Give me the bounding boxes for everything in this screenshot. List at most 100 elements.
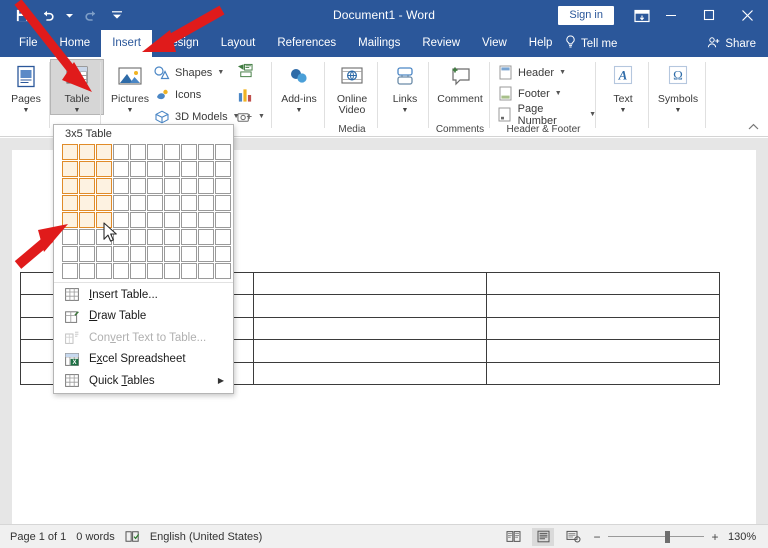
close-icon[interactable] [726,0,768,30]
grid-cell-10x6[interactable] [215,229,231,245]
tell-me-search[interactable]: Tell me [565,30,617,57]
grid-cell-9x4[interactable] [198,195,214,211]
grid-cell-3x1[interactable] [96,144,112,160]
table-caret-icon[interactable]: ▼ [74,107,81,114]
page-info[interactable]: Page 1 of 1 [10,531,66,543]
grid-cell-10x8[interactable] [215,263,231,279]
language-indicator[interactable]: English (United States) [150,531,263,543]
grid-cell-1x2[interactable] [62,161,78,177]
grid-cell-9x3[interactable] [198,178,214,194]
screenshot-caret-icon[interactable]: ▼ [258,113,265,120]
grid-cell-4x2[interactable] [113,161,129,177]
zoom-in-button[interactable]: + [710,530,720,544]
grid-cell-5x4[interactable] [130,195,146,211]
collapse-ribbon-icon[interactable] [746,120,760,134]
tab-help[interactable]: Help [518,30,564,57]
menu-item-quick-tables[interactable]: Quick Tables ▶ [54,370,233,392]
screenshot-button[interactable]: ▼ [237,107,265,126]
web-layout-icon[interactable] [562,528,584,546]
grid-cell-1x6[interactable] [62,229,78,245]
grid-cell-7x4[interactable] [164,195,180,211]
page-number-button[interactable]: Page Number ▼ [497,103,596,127]
footer-caret-icon[interactable]: ▼ [555,90,562,97]
grid-cell-8x6[interactable] [181,229,197,245]
tab-insert[interactable]: Insert [101,30,152,57]
pages-caret-icon[interactable]: ▼ [23,107,30,114]
shapes-caret-icon[interactable]: ▼ [217,69,224,76]
pictures-caret-icon[interactable]: ▼ [127,107,134,114]
maximize-icon[interactable] [688,0,730,30]
grid-cell-8x5[interactable] [181,212,197,228]
zoom-out-button[interactable]: − [592,530,602,544]
grid-cell-1x7[interactable] [62,246,78,262]
comment-button[interactable]: Comment [432,60,488,106]
grid-cell-3x3[interactable] [96,178,112,194]
grid-cell-1x3[interactable] [62,178,78,194]
grid-cell-8x4[interactable] [181,195,197,211]
grid-cell-6x1[interactable] [147,144,163,160]
grid-cell-10x4[interactable] [215,195,231,211]
grid-cell-9x5[interactable] [198,212,214,228]
grid-cell-2x5[interactable] [79,212,95,228]
tab-layout[interactable]: Layout [210,30,267,57]
add-ins-button[interactable]: Add-ins ▼ [273,60,325,114]
header-button[interactable]: Header ▼ [497,63,566,82]
links-caret-icon[interactable]: ▼ [402,107,409,114]
grid-cell-5x1[interactable] [130,144,146,160]
grid-cell-7x2[interactable] [164,161,180,177]
minimize-icon[interactable] [650,0,692,30]
grid-cell-10x5[interactable] [215,212,231,228]
smartart-button[interactable] [237,61,253,80]
menu-item-insert-table[interactable]: Insert Table... [54,284,233,306]
grid-cell-2x4[interactable] [79,195,95,211]
grid-cell-1x8[interactable] [62,263,78,279]
grid-cell-8x1[interactable] [181,144,197,160]
add-ins-caret-icon[interactable]: ▼ [296,107,303,114]
table-size-grid[interactable] [62,144,232,280]
grid-cell-8x3[interactable] [181,178,197,194]
grid-cell-4x1[interactable] [113,144,129,160]
symbols-caret-icon[interactable]: ▼ [675,107,682,114]
grid-cell-6x2[interactable] [147,161,163,177]
text-caret-icon[interactable]: ▼ [620,107,627,114]
grid-cell-2x1[interactable] [79,144,95,160]
grid-cell-7x8[interactable] [164,263,180,279]
chart-button[interactable] [237,85,253,104]
grid-cell-8x7[interactable] [181,246,197,262]
grid-cell-9x1[interactable] [198,144,214,160]
pictures-button[interactable]: Pictures ▼ [104,60,156,114]
grid-cell-4x7[interactable] [113,246,129,262]
grid-cell-7x1[interactable] [164,144,180,160]
zoom-track[interactable] [608,530,704,543]
grid-cell-1x5[interactable] [62,212,78,228]
grid-cell-6x7[interactable] [147,246,163,262]
grid-cell-9x7[interactable] [198,246,214,262]
grid-cell-7x6[interactable] [164,229,180,245]
grid-cell-2x7[interactable] [79,246,95,262]
grid-cell-9x8[interactable] [198,263,214,279]
grid-cell-5x6[interactable] [130,229,146,245]
ribbon-display-options-icon[interactable] [633,7,651,24]
grid-cell-4x8[interactable] [113,263,129,279]
symbols-button[interactable]: Ω Symbols ▼ [652,60,704,114]
grid-cell-6x4[interactable] [147,195,163,211]
links-button[interactable]: Links ▼ [379,60,431,114]
grid-cell-2x6[interactable] [79,229,95,245]
grid-cell-7x3[interactable] [164,178,180,194]
zoom-level-label[interactable]: 130% [728,531,758,543]
grid-cell-5x3[interactable] [130,178,146,194]
grid-cell-4x3[interactable] [113,178,129,194]
grid-cell-7x5[interactable] [164,212,180,228]
proofing-errors-icon[interactable] [125,530,140,543]
sign-in-button[interactable]: Sign in [558,6,614,25]
grid-cell-3x8[interactable] [96,263,112,279]
tab-home[interactable]: Home [49,30,102,57]
grid-cell-5x5[interactable] [130,212,146,228]
zoom-slider-handle[interactable] [665,530,670,543]
menu-item-draw-table[interactable]: Draw Table [54,306,233,328]
shapes-button[interactable]: Shapes ▼ [154,63,224,82]
grid-cell-8x8[interactable] [181,263,197,279]
tab-file[interactable]: File [8,30,49,57]
table-button[interactable]: Table ▼ [50,59,104,115]
grid-cell-6x8[interactable] [147,263,163,279]
